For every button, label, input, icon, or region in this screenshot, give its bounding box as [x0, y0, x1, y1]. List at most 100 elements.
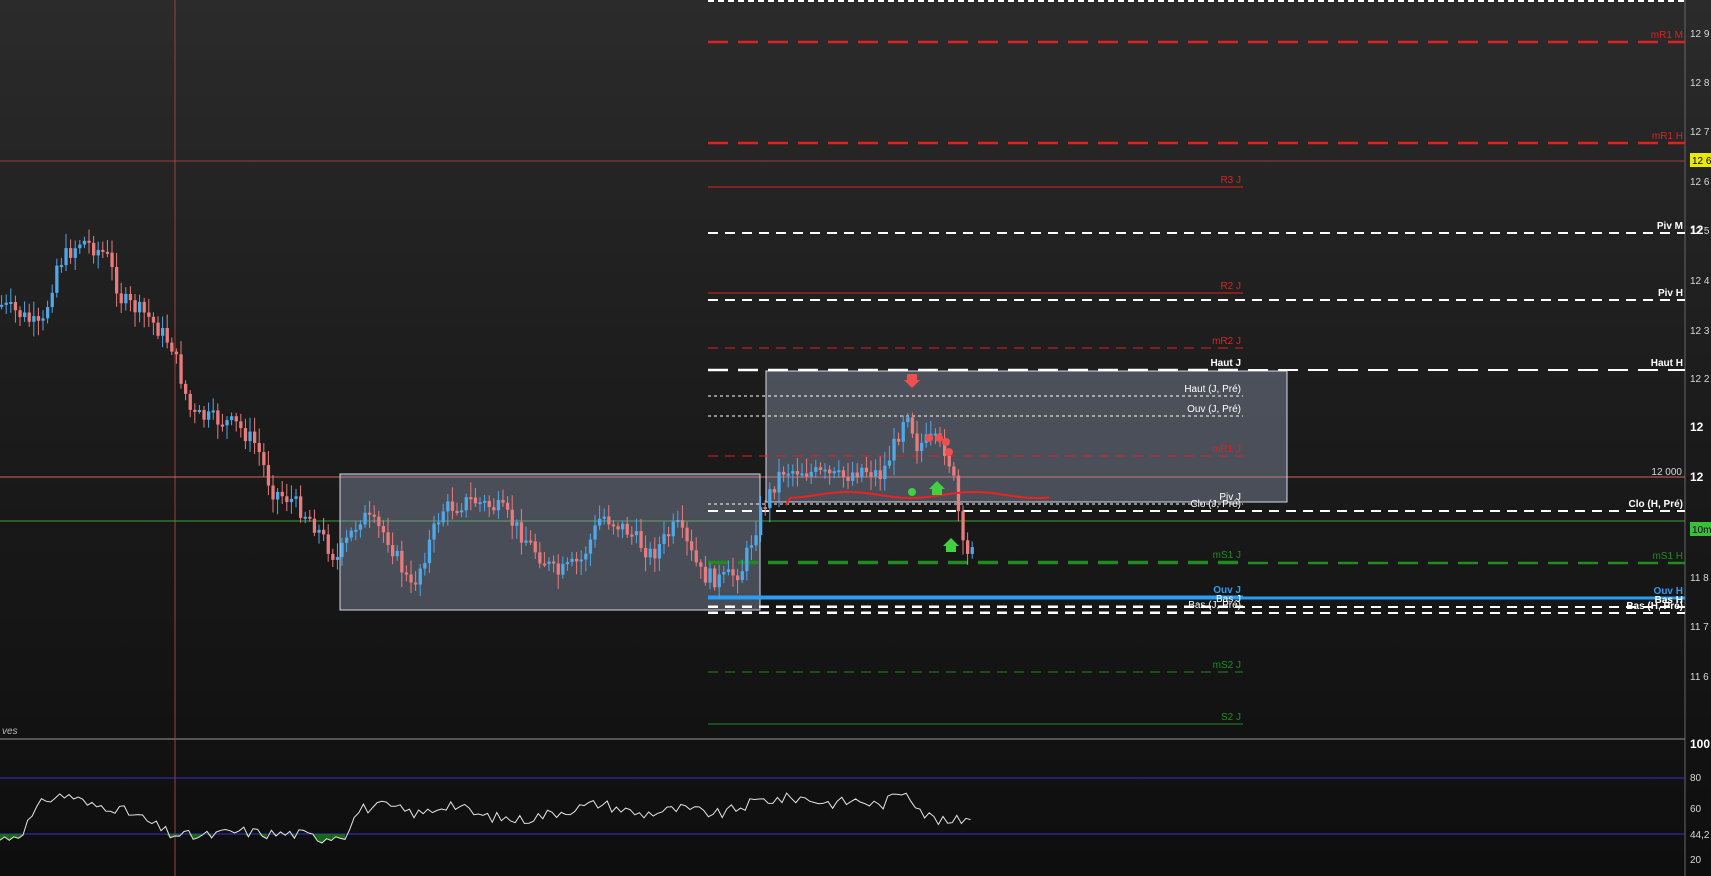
candle-body [676, 520, 680, 523]
level-label-2: R3 J [1220, 175, 1241, 186]
candle-body [0, 304, 4, 307]
candle-body [483, 500, 487, 503]
candle-body [119, 293, 123, 304]
candle-body [657, 544, 662, 559]
candle-body [368, 512, 372, 515]
rsi-tick-2: 60 [1690, 804, 1702, 815]
candle-body [901, 422, 905, 442]
candle-body [837, 470, 841, 473]
candle-body [717, 574, 721, 588]
candle-body [193, 409, 197, 412]
candle-body [349, 530, 353, 538]
sell-marker-3 [945, 448, 953, 456]
trading-chart[interactable]: mR1 M mR1 H R3 J Piv M R2 J Piv H mR2 J Haut J H… [0, 0, 1711, 876]
price-chart[interactable]: mR1 M mR1 H R3 J Piv M R2 J Piv H mR2 J Haut J H… [0, 0, 1711, 876]
candle-body [188, 393, 192, 410]
candle-body [772, 489, 777, 493]
price-tick-12: 11 7 [1690, 622, 1709, 633]
candle-body [322, 529, 326, 535]
candle-body [23, 312, 27, 318]
candle-body [225, 420, 229, 426]
candle-body [506, 502, 510, 510]
candle-body [542, 563, 547, 566]
candle-body [846, 477, 850, 481]
candle-body [680, 520, 685, 528]
candle-body [418, 568, 422, 585]
level-label-14: Clo (H, Pré) [1629, 499, 1683, 510]
candle-body [529, 540, 533, 543]
candle-body [128, 293, 133, 301]
candle-body [625, 523, 629, 535]
candle-body [832, 471, 836, 474]
candle-body [156, 322, 160, 336]
candle-body [207, 411, 211, 420]
price-tick-5: 12 [1690, 223, 1704, 237]
candle-body [363, 512, 367, 525]
candle-body [455, 510, 459, 513]
candle-body [814, 467, 818, 472]
candle-body [795, 471, 800, 475]
price-tick-10: 12 [1690, 470, 1704, 484]
candle-body [354, 529, 358, 532]
candle-body [966, 540, 970, 554]
candle-body [947, 455, 951, 467]
price-tick-7: 12 3 [1690, 326, 1710, 337]
candle-body [124, 293, 128, 304]
candle-body [897, 438, 901, 442]
candle-body [276, 491, 280, 500]
candle-body [234, 416, 238, 422]
candle-body [703, 566, 708, 583]
candle-body [36, 316, 41, 321]
sell-marker-1 [935, 434, 943, 442]
candle-body [170, 342, 174, 352]
candle-body [372, 514, 376, 517]
rsi-tick-0: 100 [1690, 737, 1710, 751]
price-tick-6: 12 4 [1690, 276, 1710, 287]
level-label-5: Piv H [1658, 288, 1683, 299]
candle-body [864, 467, 869, 473]
level-label-15: mS1 J [1213, 550, 1241, 561]
level-label-6: mR2 J [1212, 336, 1241, 347]
rsi-line [0, 792, 971, 844]
candle-body [616, 526, 620, 530]
candle-body [722, 572, 726, 575]
candle-body [317, 529, 321, 533]
level-label-11: mR1 J [1212, 444, 1241, 455]
candle-body [579, 559, 583, 562]
price-tick-13: 11 6 [1690, 672, 1709, 683]
candle-body [78, 244, 82, 249]
candle-body [262, 452, 266, 466]
candle-body [87, 240, 91, 243]
candle-body [257, 442, 261, 453]
candle-body [326, 534, 330, 554]
candle-body [671, 521, 675, 537]
rsi-tick-1: 80 [1690, 773, 1702, 784]
candle-body [69, 248, 73, 258]
candle-body [303, 516, 307, 519]
candle-body [161, 327, 165, 336]
candle-body [805, 473, 809, 477]
candle-body [823, 469, 827, 472]
candle-body [777, 471, 781, 493]
candle-body [855, 472, 859, 478]
candle-body [312, 518, 317, 533]
candle-body [9, 302, 13, 305]
candle-body [414, 582, 418, 585]
candle-body [59, 265, 64, 268]
level-label-24: S2 J [1221, 712, 1241, 723]
candle-body [565, 562, 570, 565]
candle-body [147, 312, 151, 317]
level-label-4: R2 J [1220, 281, 1241, 292]
candle-body [335, 557, 340, 560]
price-tick-8: 12 2 [1690, 374, 1710, 385]
candle-body [685, 527, 689, 542]
candle-body [151, 316, 156, 323]
candle-body [768, 489, 772, 509]
candle-body [340, 542, 344, 558]
candle-body [634, 531, 639, 536]
candle-body [648, 548, 652, 558]
candle-body [101, 249, 105, 252]
price-tick-11: 11 8 [1690, 573, 1709, 584]
range-box-previous [339, 473, 761, 611]
candle-body [105, 251, 110, 254]
